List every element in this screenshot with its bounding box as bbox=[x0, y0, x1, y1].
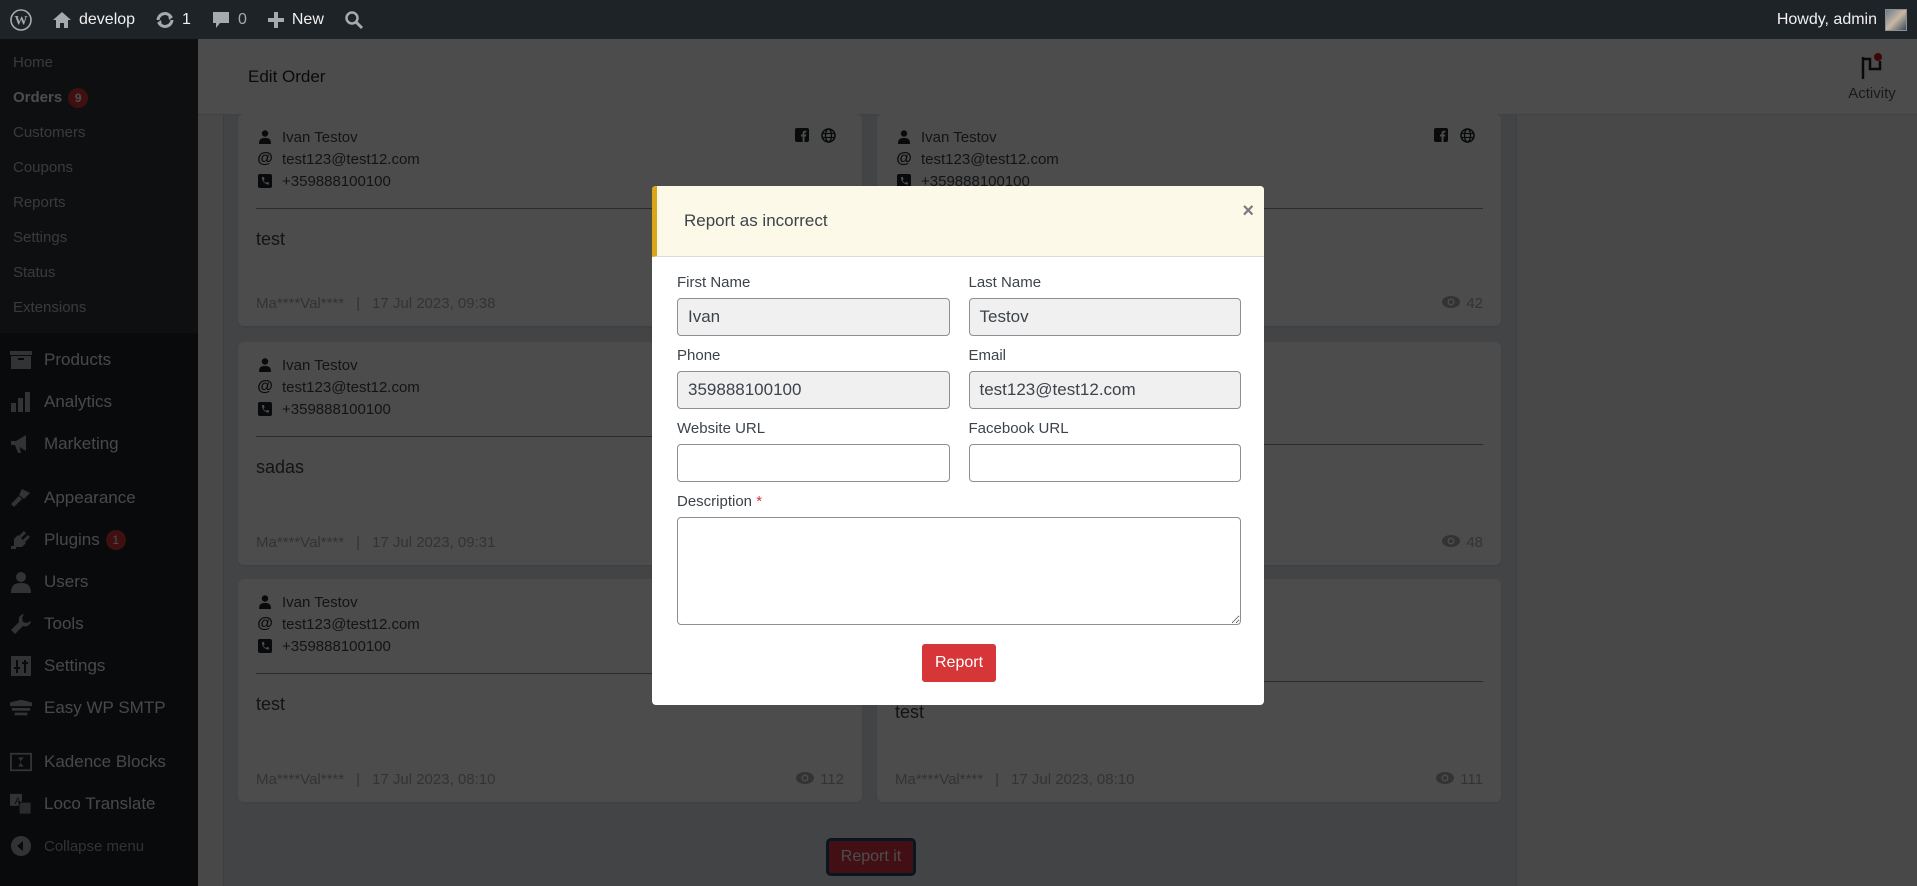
plus-icon bbox=[267, 11, 285, 29]
phone-label: Phone bbox=[677, 347, 721, 364]
first-name-field[interactable]: Ivan bbox=[677, 298, 950, 336]
site-name-link[interactable]: develop bbox=[42, 0, 145, 39]
search-icon bbox=[344, 10, 364, 30]
admin-bar: W develop 1 0 New Howdy, admin bbox=[0, 0, 1917, 39]
comments-count: 0 bbox=[237, 10, 247, 28]
last-name-field[interactable]: Testov bbox=[968, 298, 1241, 336]
description-label: Description * bbox=[677, 492, 1241, 512]
updates-icon bbox=[155, 11, 175, 29]
site-name: develop bbox=[79, 10, 136, 28]
new-content-link[interactable]: New bbox=[257, 0, 334, 39]
modal-header: Report as incorrect × bbox=[652, 186, 1264, 257]
wordpress-logo-button[interactable]: W bbox=[0, 0, 42, 39]
website-url-field[interactable] bbox=[677, 444, 950, 482]
description-label-text: Description bbox=[677, 493, 753, 510]
email-field[interactable]: test123@test12.com bbox=[968, 371, 1241, 409]
updates-link[interactable]: 1 bbox=[145, 0, 201, 39]
greeting: Howdy, admin bbox=[1776, 10, 1877, 28]
svg-text:W: W bbox=[15, 12, 28, 27]
report-submit-button[interactable]: Report bbox=[921, 644, 997, 682]
avatar bbox=[1885, 8, 1907, 31]
new-label: New bbox=[291, 10, 324, 28]
report-form: First Name Ivan Last Name Testov Phone 3… bbox=[652, 257, 1264, 682]
website-url-label: Website URL bbox=[677, 420, 766, 437]
my-account[interactable]: Howdy, admin bbox=[1776, 8, 1917, 31]
home-icon bbox=[52, 11, 72, 29]
comment-icon bbox=[211, 10, 231, 30]
facebook-url-field[interactable] bbox=[968, 444, 1241, 482]
close-icon[interactable]: × bbox=[1242, 200, 1254, 223]
phone-field[interactable]: 359888100100 bbox=[677, 371, 950, 409]
required-mark: * bbox=[756, 493, 763, 510]
email-label: Email bbox=[968, 347, 1007, 364]
last-name-label: Last Name bbox=[968, 274, 1042, 291]
facebook-url-label: Facebook URL bbox=[968, 420, 1069, 437]
first-name-label: First Name bbox=[677, 274, 751, 291]
wordpress-logo-icon: W bbox=[10, 8, 32, 31]
description-textarea[interactable] bbox=[677, 517, 1241, 625]
modal-title: Report as incorrect bbox=[684, 211, 828, 230]
comments-link[interactable]: 0 bbox=[201, 0, 257, 39]
report-modal: Report as incorrect × First Name Ivan La… bbox=[652, 186, 1264, 705]
updates-count: 1 bbox=[182, 10, 191, 28]
search-button[interactable] bbox=[334, 0, 381, 39]
